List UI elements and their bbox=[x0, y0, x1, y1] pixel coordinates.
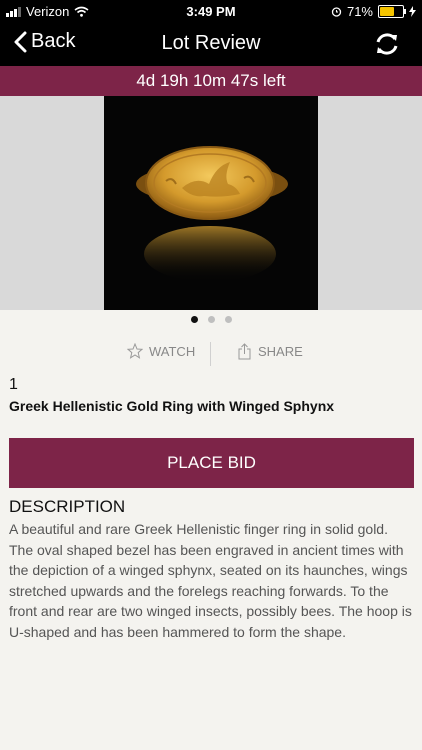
charging-icon bbox=[409, 6, 416, 17]
description-text: A beautiful and rare Greek Hellenistic f… bbox=[9, 521, 412, 640]
star-icon bbox=[127, 343, 143, 359]
refresh-button[interactable] bbox=[374, 31, 400, 62]
gold-ring-image bbox=[136, 146, 288, 282]
actions-divider bbox=[210, 342, 211, 366]
carousel-dot[interactable] bbox=[207, 316, 215, 323]
battery-fill bbox=[380, 7, 394, 16]
time-left-banner: 4d 19h 10m 47s left bbox=[0, 66, 422, 96]
lot-image-carousel[interactable] bbox=[0, 96, 422, 310]
refresh-icon bbox=[376, 33, 398, 55]
share-label: SHARE bbox=[258, 344, 303, 359]
watch-label: WATCH bbox=[149, 343, 196, 359]
battery-icon bbox=[378, 5, 406, 18]
battery-percent: 71% bbox=[346, 4, 373, 19]
description-heading: DESCRIPTION bbox=[9, 497, 126, 516]
watch-button[interactable]: WATCH bbox=[127, 343, 195, 359]
page-title: Lot Review bbox=[161, 32, 261, 54]
carousel-dot[interactable] bbox=[224, 316, 232, 323]
lot-title: Greek Hellenistic Gold Ring with Winged … bbox=[9, 398, 335, 414]
status-bar: Verizon 3:49 PM 71% bbox=[0, 0, 422, 22]
share-icon bbox=[238, 343, 251, 360]
lot-photo bbox=[104, 96, 318, 310]
place-bid-button[interactable]: PLACE BID bbox=[9, 438, 414, 488]
lot-number: 1 bbox=[9, 376, 18, 393]
share-button[interactable]: SHARE bbox=[237, 343, 303, 360]
status-right: 71% bbox=[331, 4, 416, 19]
carousel-dot[interactable] bbox=[190, 316, 198, 323]
carousel-dots bbox=[0, 316, 422, 323]
lot-actions: WATCH SHARE bbox=[0, 342, 422, 366]
nav-bar: Back Lot Review bbox=[0, 22, 422, 66]
alarm-icon bbox=[331, 7, 342, 17]
